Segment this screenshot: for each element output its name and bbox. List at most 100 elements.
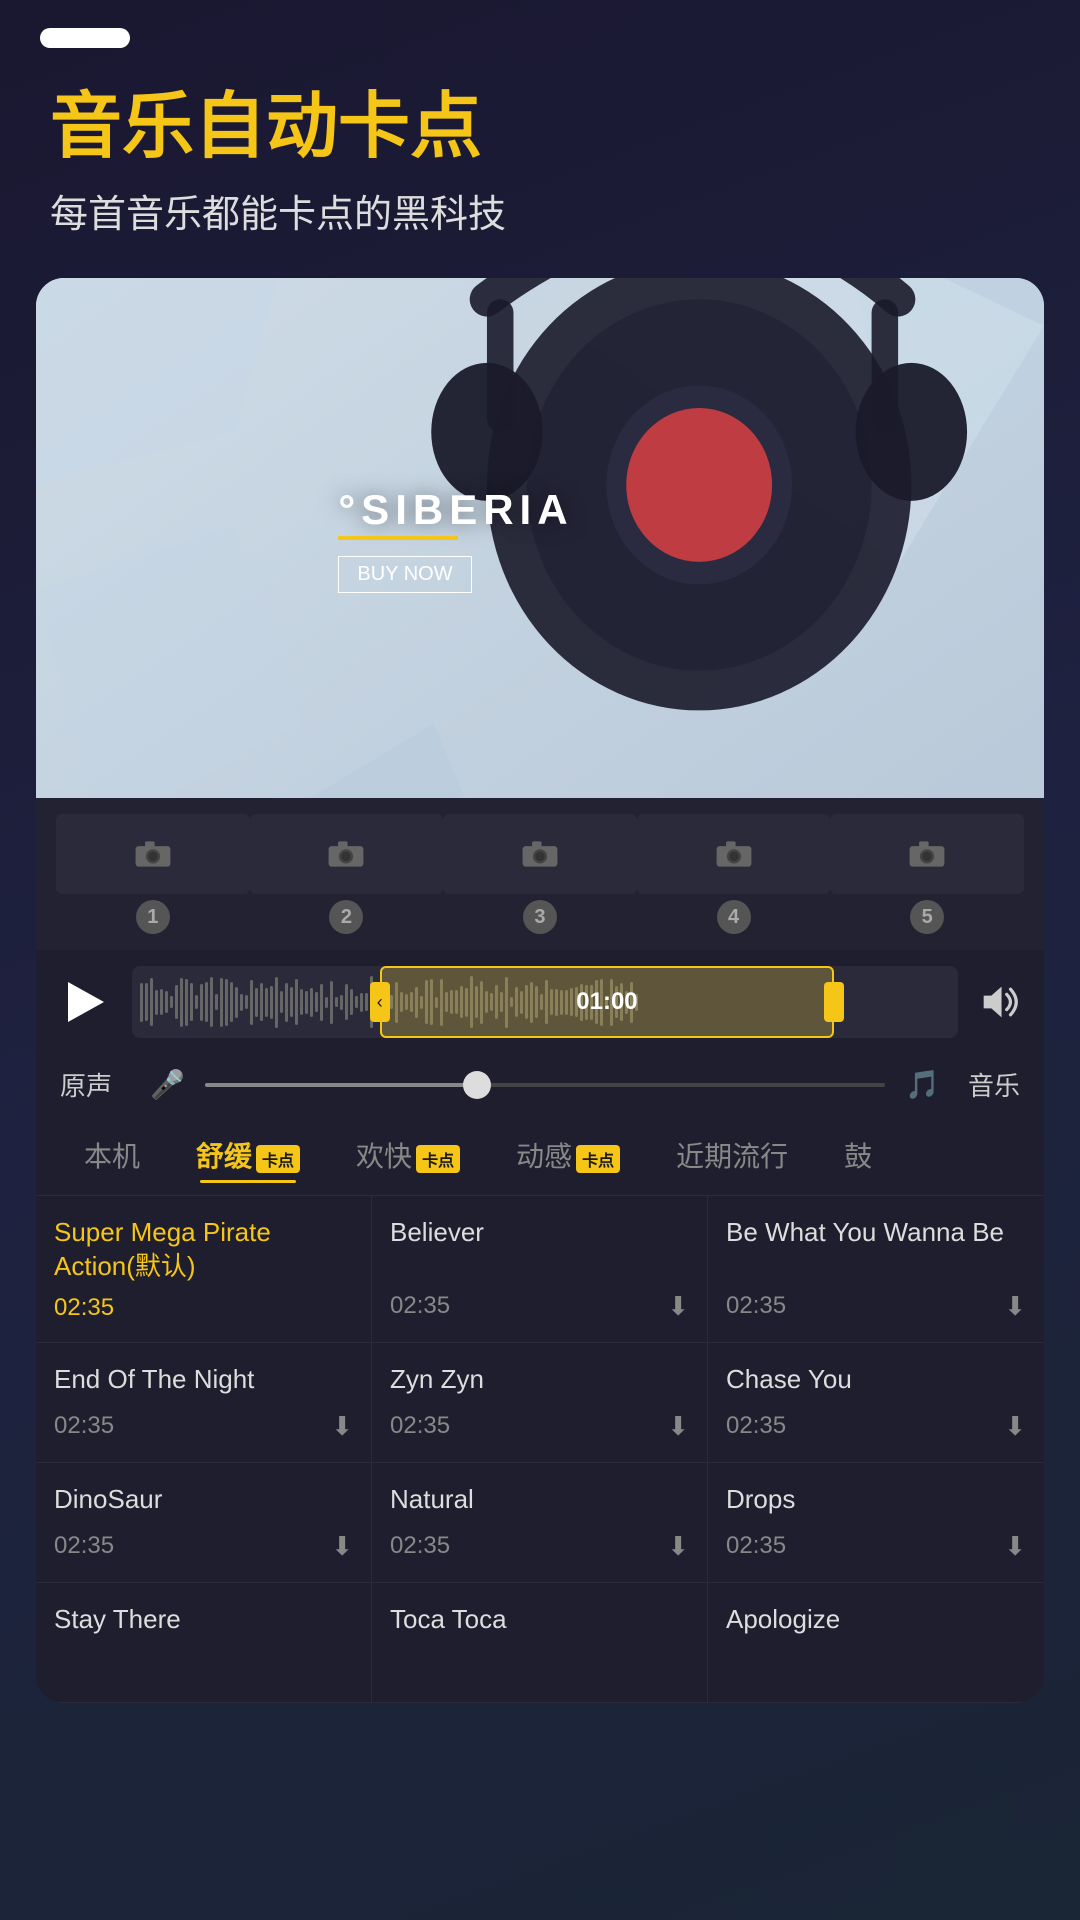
song-cell[interactable]: Natural 02:35 ⬇: [372, 1463, 708, 1583]
song-name: Stay There: [54, 1603, 353, 1637]
song-name: DinoSaur: [54, 1483, 353, 1517]
film-number: 4: [717, 900, 751, 934]
status-pill: [40, 28, 130, 48]
camera-icon: [908, 839, 946, 869]
tab-欢快[interactable]: 欢快卡点: [328, 1123, 488, 1187]
film-number: 3: [523, 900, 557, 934]
vocal-slider-section: 原声 🎤 🎵 音乐: [36, 1054, 1044, 1115]
tab-鼓[interactable]: 鼓: [816, 1123, 900, 1187]
tab-舒缓[interactable]: 舒缓卡点: [168, 1123, 328, 1187]
song-footer: 02:35 ⬇: [726, 1531, 1026, 1562]
music-label: 音乐: [960, 1066, 1020, 1103]
song-name: Toca Toca: [390, 1603, 689, 1637]
song-footer: 02:35: [54, 1294, 353, 1322]
song-footer: 02:35 ⬇: [54, 1411, 353, 1442]
buy-now-button[interactable]: BUY NOW: [338, 556, 471, 593]
song-time: 02:35: [390, 1412, 450, 1440]
film-number: 1: [136, 900, 170, 934]
waveform-container[interactable]: ‹ 01:00: [132, 966, 958, 1038]
volume-button[interactable]: [974, 977, 1024, 1027]
song-cell[interactable]: Stay There: [36, 1583, 372, 1703]
tab-近期流行[interactable]: 近期流行: [648, 1123, 816, 1187]
film-number: 5: [910, 900, 944, 934]
film-slot-1[interactable]: 1: [56, 814, 250, 934]
song-cell[interactable]: Drops 02:35 ⬇: [708, 1463, 1044, 1583]
tab-label: 欢快: [356, 1141, 412, 1172]
tab-label: 动感: [516, 1141, 572, 1172]
song-cell[interactable]: Be What You Wanna Be 02:35 ⬇: [708, 1196, 1044, 1343]
download-icon[interactable]: ⬇: [667, 1531, 689, 1562]
tab-label: 本机: [84, 1141, 140, 1172]
song-name: Natural: [390, 1483, 689, 1517]
song-cell[interactable]: End Of The Night 02:35 ⬇: [36, 1343, 372, 1463]
download-icon[interactable]: ⬇: [1004, 1531, 1026, 1562]
film-thumb: [443, 814, 637, 894]
song-time: 02:35: [726, 1292, 786, 1320]
camera-icon: [715, 839, 753, 869]
song-cell[interactable]: DinoSaur 02:35 ⬇: [36, 1463, 372, 1583]
video-preview[interactable]: °SIBERIA BUY NOW: [36, 278, 1044, 798]
song-name: Be What You Wanna Be: [726, 1216, 1026, 1250]
song-footer: 02:35 ⬇: [726, 1291, 1026, 1322]
selection-left-handle[interactable]: ‹: [370, 982, 390, 1022]
film-slot-4[interactable]: 4: [637, 814, 831, 934]
selection-right-handle[interactable]: [824, 982, 844, 1022]
song-time: 02:35: [726, 1412, 786, 1440]
song-footer: 02:35 ⬇: [390, 1531, 689, 1562]
vocal-label: 原声: [60, 1066, 130, 1103]
main-card: °SIBERIA BUY NOW 1: [36, 278, 1044, 1703]
play-button[interactable]: [56, 972, 116, 1032]
song-grid: Super Mega Pirate Action(默认) 02:35 Belie…: [36, 1195, 1044, 1703]
tab-动感[interactable]: 动感卡点: [488, 1123, 648, 1187]
song-cell[interactable]: Believer 02:35 ⬇: [372, 1196, 708, 1343]
download-icon[interactable]: ⬇: [667, 1291, 689, 1322]
brand-text: °SIBERIA: [338, 486, 573, 534]
song-cell[interactable]: Chase You 02:35 ⬇: [708, 1343, 1044, 1463]
header: 音乐自动卡点 每首音乐都能卡点的黑科技: [0, 58, 1080, 278]
download-icon[interactable]: ⬇: [331, 1411, 353, 1442]
tab-label: 舒缓: [196, 1141, 252, 1172]
film-slot-3[interactable]: 3: [443, 814, 637, 934]
song-cell[interactable]: Apologize: [708, 1583, 1044, 1703]
download-icon[interactable]: ⬇: [667, 1411, 689, 1442]
tab-label: 近期流行: [676, 1141, 788, 1172]
song-name: End Of The Night: [54, 1363, 353, 1397]
song-cell[interactable]: Toca Toca: [372, 1583, 708, 1703]
song-cell[interactable]: Zyn Zyn 02:35 ⬇: [372, 1343, 708, 1463]
song-name: Believer: [390, 1216, 689, 1250]
song-name: Chase You: [726, 1363, 1026, 1397]
song-name: Super Mega Pirate Action(默认): [54, 1216, 353, 1284]
song-name: Zyn Zyn: [390, 1363, 689, 1397]
camera-icon: [134, 839, 172, 869]
song-time: 02:35: [726, 1532, 786, 1560]
music-note-icon: 🎵: [905, 1068, 940, 1101]
film-thumb: [250, 814, 444, 894]
page-title: 音乐自动卡点: [50, 88, 1030, 167]
kd-badge: 卡点: [416, 1145, 460, 1173]
waveform-section: ‹ 01:00: [36, 950, 1044, 1054]
song-time: 02:35: [390, 1292, 450, 1320]
volume-icon-svg: [976, 979, 1022, 1025]
download-icon[interactable]: ⬇: [1004, 1291, 1026, 1322]
camera-icon: [521, 839, 559, 869]
download-icon[interactable]: ⬇: [1004, 1411, 1026, 1442]
song-footer: 02:35 ⬇: [390, 1411, 689, 1442]
time-display: 01:00: [576, 988, 637, 1016]
song-footer: 02:35 ⬇: [390, 1291, 689, 1322]
song-time: 02:35: [54, 1294, 114, 1322]
song-cell[interactable]: Super Mega Pirate Action(默认) 02:35: [36, 1196, 372, 1343]
film-slot-2[interactable]: 2: [250, 814, 444, 934]
film-number: 2: [329, 900, 363, 934]
download-icon[interactable]: ⬇: [331, 1531, 353, 1562]
slider-track[interactable]: [205, 1083, 885, 1087]
waveform-selection[interactable]: ‹01:00: [380, 966, 834, 1038]
film-thumb: [830, 814, 1024, 894]
tab-本机[interactable]: 本机: [56, 1123, 168, 1187]
film-slot-5[interactable]: 5: [830, 814, 1024, 934]
song-footer: 02:35 ⬇: [726, 1411, 1026, 1442]
song-time: 02:35: [54, 1532, 114, 1560]
mic-icon: 🎤: [150, 1068, 185, 1101]
camera-icon: [327, 839, 365, 869]
background-svg: [36, 278, 1044, 798]
tabs-section: 本机舒缓卡点欢快卡点动感卡点近期流行鼓: [36, 1115, 1044, 1195]
